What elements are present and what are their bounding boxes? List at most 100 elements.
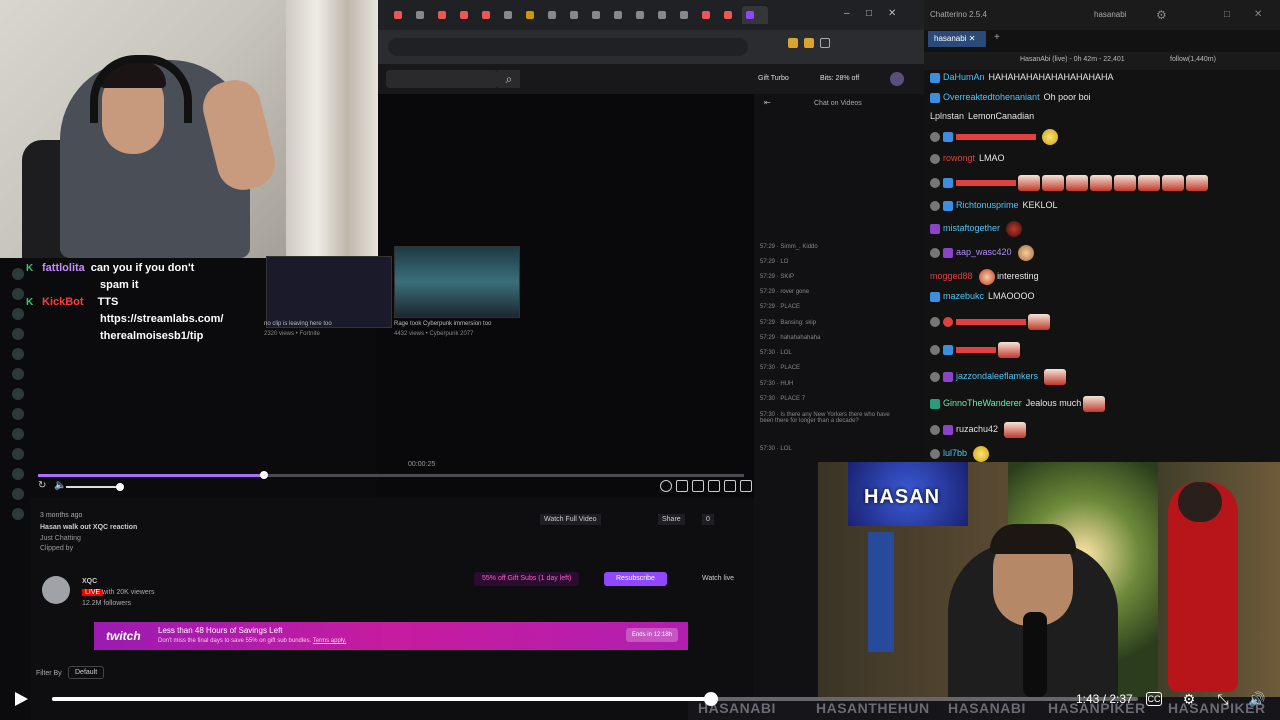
browser-tab[interactable] <box>632 6 654 24</box>
share-button[interactable]: Share <box>658 514 685 525</box>
maximize-icon[interactable]: □ <box>1224 9 1230 20</box>
browser-tab-strip[interactable]: ✕ □ – <box>378 0 924 30</box>
extension-icon[interactable] <box>820 38 830 48</box>
browser-tab[interactable] <box>412 6 434 24</box>
browser-tab[interactable] <box>500 6 522 24</box>
close-window-icon[interactable]: ✕ <box>1254 9 1262 20</box>
clip-title: Hasan walk out XQC reaction <box>40 524 138 531</box>
chat-collapse-icon[interactable]: ⇤ <box>764 98 771 107</box>
browser-tab[interactable] <box>566 6 588 24</box>
browser-tab[interactable] <box>588 6 610 24</box>
replay-icon[interactable]: ↻ <box>38 480 46 491</box>
emote-icon <box>1042 174 1064 191</box>
browser-tab[interactable] <box>676 6 698 24</box>
browser-tab[interactable] <box>698 6 720 24</box>
followed-channel-avatar[interactable] <box>12 368 24 380</box>
address-bar[interactable] <box>378 30 924 64</box>
volume-icon[interactable]: 🔊 <box>1248 690 1266 708</box>
add-tab-icon[interactable]: + <box>994 32 1000 43</box>
followed-channel-avatar[interactable] <box>12 428 24 440</box>
browser-tab[interactable] <box>390 6 412 24</box>
channel-avatar[interactable] <box>42 576 70 604</box>
browser-tab[interactable] <box>478 6 500 24</box>
overlay-chat-message-cont: therealmoisesb1/tip <box>100 330 204 342</box>
channel-followers: 12.2M followers <box>82 600 132 607</box>
browser-tab[interactable] <box>544 6 566 24</box>
overlay-chat-username: KickBot <box>42 296 84 308</box>
browser-tab[interactable] <box>610 6 632 24</box>
captions-icon[interactable]: CC <box>1146 692 1162 706</box>
browser-tab[interactable] <box>456 6 478 24</box>
watch-full-video-button[interactable]: Watch Full Video <box>540 514 601 525</box>
minimize-icon[interactable]: – <box>844 8 850 19</box>
promo-button[interactable]: Ends in 12:18h <box>625 628 678 642</box>
bits-button[interactable]: Bits: 28% off <box>814 71 865 87</box>
badge-icon <box>930 371 940 382</box>
extension-icon[interactable] <box>788 38 798 48</box>
browser-tab[interactable] <box>522 6 544 24</box>
theatre-icon[interactable] <box>676 480 688 492</box>
chat-message <box>930 340 1020 358</box>
browser-tab[interactable] <box>434 6 456 24</box>
exit-fullscreen-icon[interactable]: ⤡ <box>1214 690 1232 708</box>
settings-icon[interactable]: ⚙ <box>1180 690 1198 708</box>
chat-message: mogged88 interesting <box>930 267 1039 285</box>
play-icon[interactable] <box>12 690 30 708</box>
emote-icon <box>1044 368 1067 385</box>
fullscreen-icon[interactable] <box>740 480 752 492</box>
gift-turbo-button[interactable]: Gift Turbo <box>752 71 795 87</box>
search-icon[interactable]: ⌕ <box>498 70 520 88</box>
player-progress-bar[interactable] <box>52 692 1138 706</box>
chatterino-user[interactable]: hasanabi <box>1094 10 1126 19</box>
followed-channel-avatar[interactable] <box>12 448 24 460</box>
browser-tab[interactable] <box>654 6 676 24</box>
filter-dropdown[interactable]: Default <box>68 666 105 679</box>
emote-icon <box>1090 174 1112 191</box>
gift-sub-offer-button[interactable]: 55% off Gift Subs (1 day left) <box>474 572 580 586</box>
url-field[interactable] <box>388 38 748 56</box>
followed-channel-avatar[interactable] <box>12 488 24 500</box>
pip-icon[interactable] <box>708 480 720 492</box>
twitch-search-input[interactable] <box>386 70 498 88</box>
browser-tab[interactable] <box>720 6 742 24</box>
chat-message: Overreaktedtohenaniant Oh poor boi <box>930 88 1091 106</box>
volume-slider[interactable] <box>66 486 120 488</box>
badge-icon <box>930 316 940 327</box>
followed-channel-avatar[interactable] <box>12 408 24 420</box>
followed-channel-avatar[interactable] <box>12 468 24 480</box>
emote-icon <box>1138 174 1160 191</box>
followed-channel-avatar[interactable] <box>12 508 24 520</box>
channel-name[interactable]: XQC <box>82 578 97 585</box>
clip-category[interactable]: Just Chatting <box>40 535 81 542</box>
twitch-promo-banner[interactable]: twitch Less than 48 Hours of Savings Lef… <box>94 622 688 650</box>
clip-icon[interactable] <box>692 480 704 492</box>
chat-message: rowongt LMAO <box>930 149 1005 167</box>
chatterino-tab-hasanabi[interactable]: hasanabi ✕ <box>928 31 986 47</box>
emote-icon <box>1017 244 1034 261</box>
close-window-icon[interactable]: ✕ <box>888 8 896 19</box>
like-count[interactable]: 0 <box>702 514 714 525</box>
gear-icon[interactable]: ⚙ <box>1156 8 1167 22</box>
promo-terms-link[interactable]: Terms apply. <box>313 638 347 644</box>
watch-live-button[interactable]: Watch live <box>702 575 734 582</box>
video-scrubber[interactable] <box>38 471 744 479</box>
chat-line: 57:30 · HUH <box>760 381 794 387</box>
badge-icon <box>930 448 940 459</box>
chat-message: GinnoTheWanderer Jealous much <box>930 394 1106 412</box>
resubscribe-button[interactable]: Resubscribe <box>604 572 667 586</box>
settings-icon[interactable] <box>660 480 672 492</box>
scrubber-handle[interactable] <box>260 471 268 479</box>
volume-icon[interactable]: 🔈 <box>54 480 66 491</box>
chat-line: 57:29 · LO <box>760 259 789 265</box>
avatar[interactable] <box>890 72 904 86</box>
volume-handle[interactable] <box>116 483 124 491</box>
thumbnail-clip-2-title[interactable]: Rage took Cyberpunk immersion too <box>394 321 491 327</box>
browser-tab-active[interactable] <box>742 6 768 24</box>
player-progress-handle[interactable] <box>704 692 719 706</box>
extension-icon[interactable] <box>804 38 814 48</box>
maximize-icon[interactable]: □ <box>866 8 872 19</box>
followed-channel-avatar[interactable] <box>12 388 24 400</box>
thumbnail-clip-2[interactable] <box>394 246 520 318</box>
captions-icon[interactable] <box>724 480 736 492</box>
player-time: 1:43 / 2:37 <box>1076 692 1133 706</box>
